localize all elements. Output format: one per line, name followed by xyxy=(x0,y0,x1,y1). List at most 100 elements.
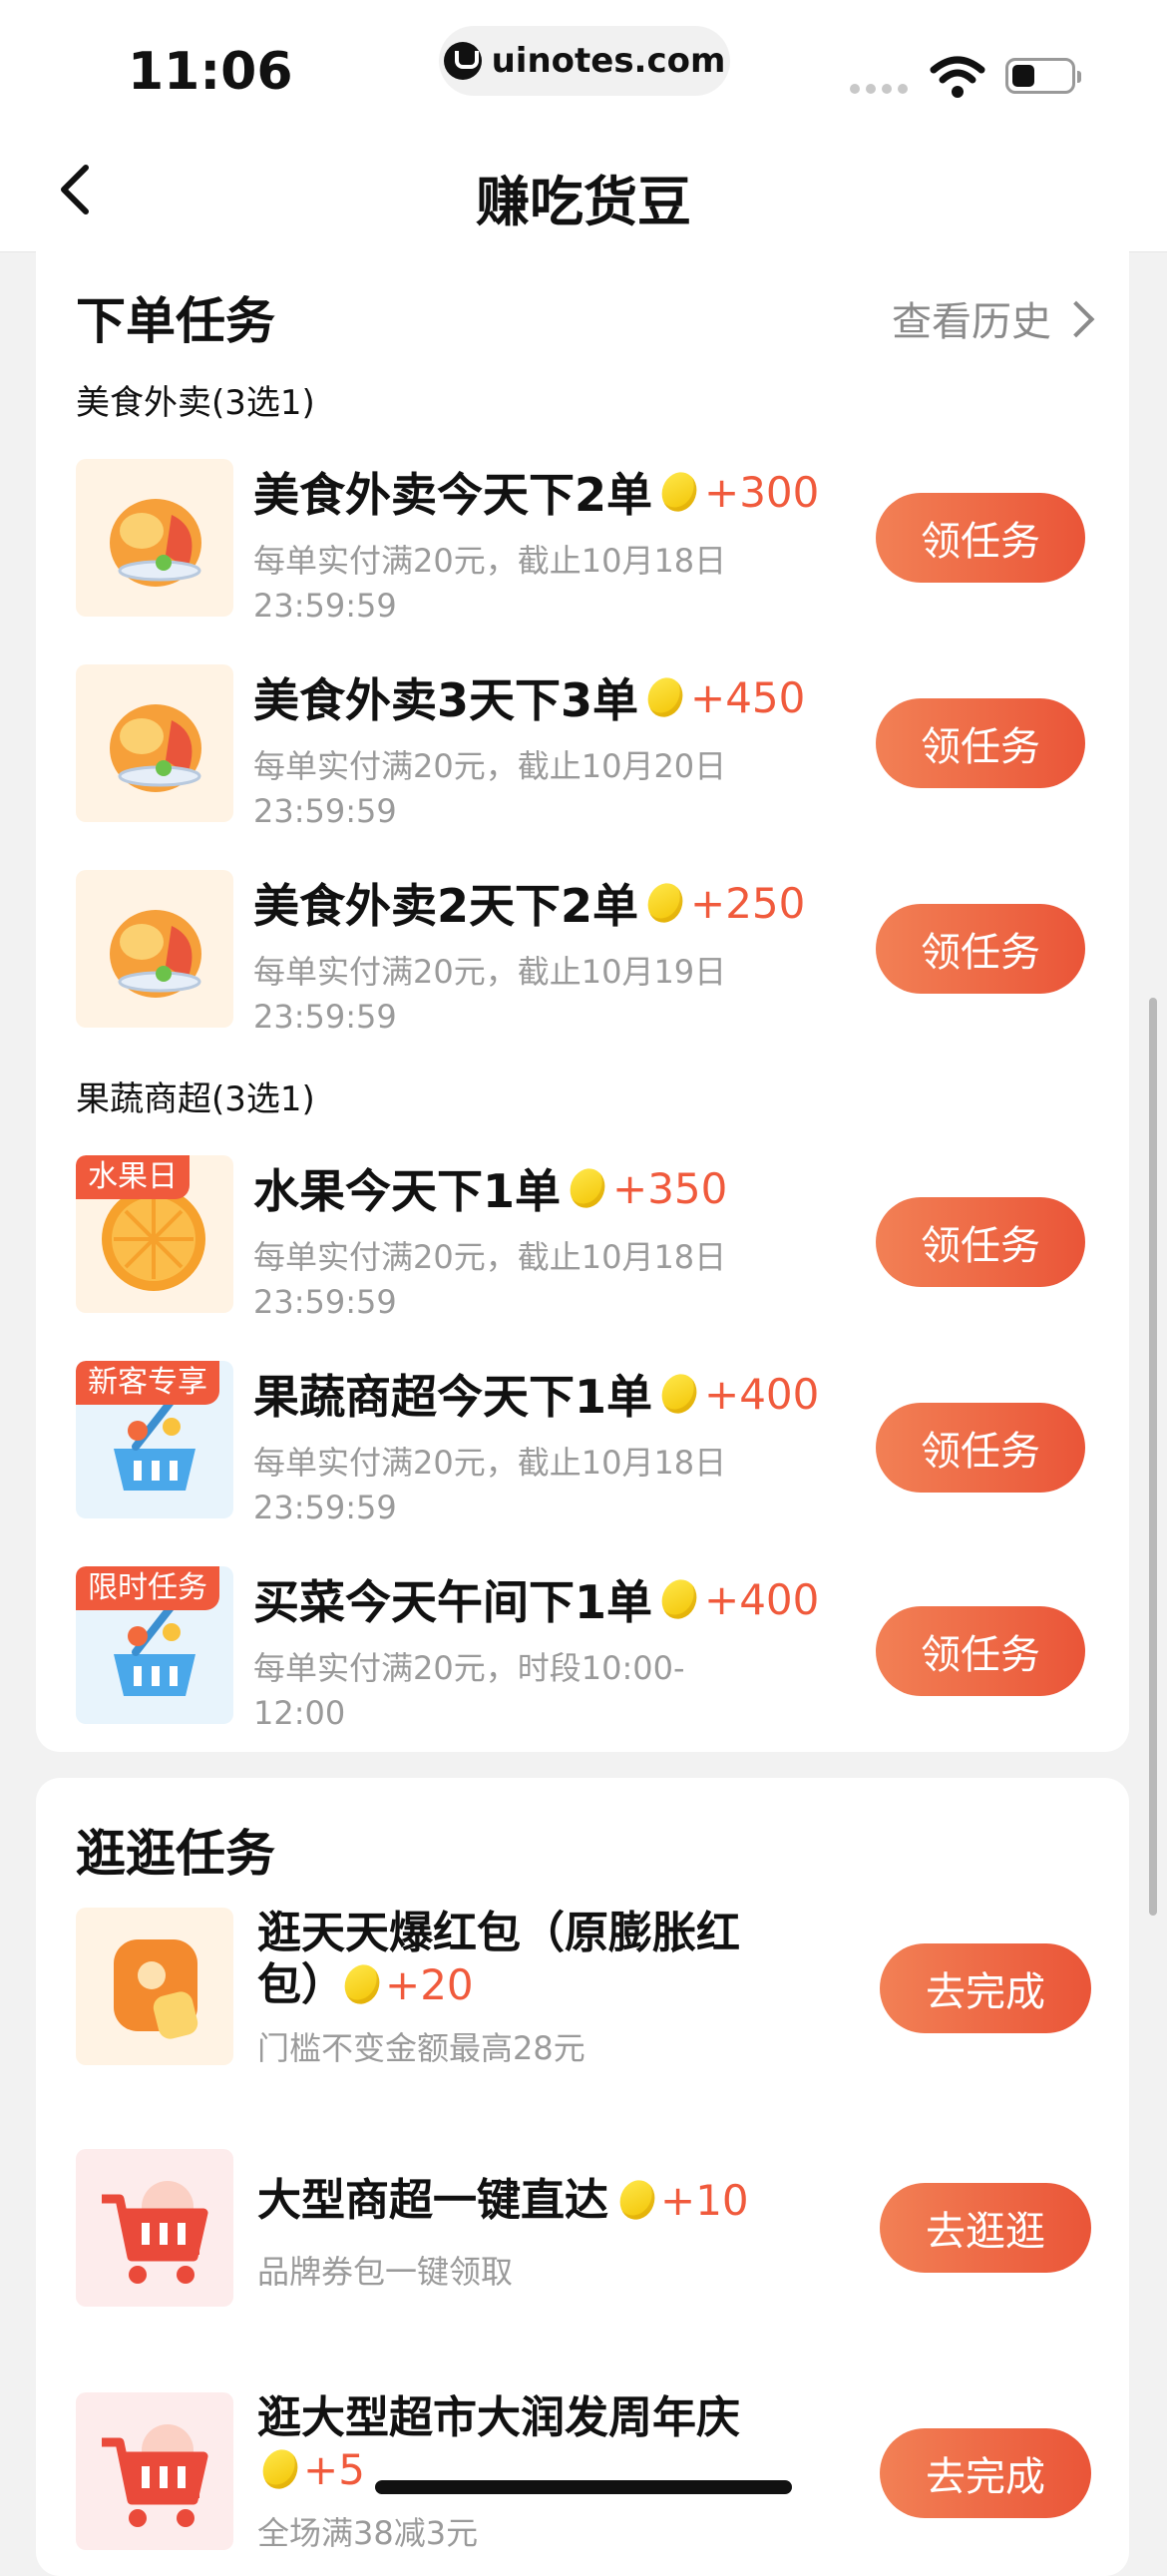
coin-icon xyxy=(656,1369,702,1419)
coin-icon xyxy=(642,878,688,928)
task-row: 新客专享 果蔬商超今天下1单 +400 每单实付满20元，截止10月18日 23… xyxy=(36,1361,1129,1530)
claim-task-button[interactable]: 领任务 xyxy=(876,698,1085,788)
task-desc: 门槛不变金额最高28元 xyxy=(257,2029,585,2067)
coin-icon xyxy=(257,2444,303,2494)
browse-task-row: 大型商超一键直达 +10 品牌券包一键领取 去逛逛 xyxy=(36,2149,1129,2329)
browse-task-row: 逛天天爆红包（原膨胀红 包） +20 门槛不变金额最高28元 去完成 xyxy=(36,1908,1129,2087)
go-complete-button[interactable]: 去完成 xyxy=(880,1943,1091,2033)
browse-section-title: 逛逛任务 xyxy=(76,1825,275,1883)
task-desc-line2: 23:59:59 xyxy=(253,1283,397,1321)
reward-amount: +5 xyxy=(303,2445,365,2494)
nav-bar: 赚吃货豆 xyxy=(0,130,1167,252)
task-title: 美食外卖今天下2单 +300 xyxy=(253,459,819,525)
site-logo-icon xyxy=(443,42,482,80)
task-desc-line1: 每单实付满20元，截止10月20日 xyxy=(253,747,727,785)
shopping-cart-icon xyxy=(76,2392,233,2550)
home-indicator[interactable] xyxy=(375,2480,792,2494)
task-title: 美食外卖3天下3单 +450 xyxy=(253,664,805,730)
task-title-text: 买菜今天午间下1单 xyxy=(253,1575,653,1629)
task-row: 美食外卖3天下3单 +450 每单实付满20元，截止10月20日 23:59:5… xyxy=(36,664,1129,834)
task-row: 水果日 水果今天下1单 +350 每单实付满20元，截止10月18日 23:59… xyxy=(36,1155,1129,1325)
red-packet-icon xyxy=(76,1908,233,2065)
task-title-line1: 逛天天爆红包（原膨胀红 xyxy=(257,1908,740,1958)
task-title: 美食外卖2天下2单 +250 xyxy=(253,870,805,936)
orange-icon: 水果日 xyxy=(76,1155,233,1313)
food-icon xyxy=(76,664,233,822)
battery-icon xyxy=(1005,58,1081,94)
basket-icon: 新客专享 xyxy=(76,1361,233,1518)
go-browse-button[interactable]: 去逛逛 xyxy=(880,2183,1091,2273)
food-icon xyxy=(76,459,233,617)
task-tag: 新客专享 xyxy=(76,1361,219,1405)
claim-task-button[interactable]: 领任务 xyxy=(876,1403,1085,1493)
url-pill[interactable]: uinotes.com xyxy=(439,26,730,96)
chevron-right-icon xyxy=(1057,300,1095,338)
task-desc: 全场满38减3元 xyxy=(257,2514,479,2552)
task-desc-line2: 23:59:59 xyxy=(253,1489,397,1526)
task-tag: 水果日 xyxy=(76,1155,190,1199)
task-title: 果蔬商超今天下1单 +400 xyxy=(253,1361,819,1427)
reward-amount: +450 xyxy=(690,672,806,722)
task-desc-line2: 23:59:59 xyxy=(253,587,397,625)
coin-icon xyxy=(339,1959,385,2009)
task-title: 逛天天爆红包（原膨胀红 包） +20 xyxy=(257,1908,740,2011)
task-desc-line1: 每单实付满20元，截止10月18日 xyxy=(253,1444,727,1482)
task-desc-line1: 每单实付满20元，时段10:00-12:00 xyxy=(253,1649,685,1732)
task-row: 美食外卖今天下2单 +300 每单实付满20元，截止10月18日 23:59:5… xyxy=(36,459,1129,629)
reward-amount: +10 xyxy=(660,2176,749,2225)
group-label-grocery: 果蔬商超(3选1) xyxy=(76,1079,315,1119)
task-desc-line1: 每单实付满20元，截止10月18日 xyxy=(253,1238,727,1276)
task-title-line1: 逛大型超市大润发周年庆 xyxy=(257,2392,740,2443)
reward-amount: +20 xyxy=(385,1960,474,2009)
task-desc-line1: 每单实付满20元，截止10月19日 xyxy=(253,953,727,991)
task-title: 大型商超一键直达 +10 xyxy=(257,2175,749,2227)
go-complete-button[interactable]: 去完成 xyxy=(880,2428,1091,2518)
task-desc: 每单实付满20元，截止10月18日 23:59:59 xyxy=(253,1441,772,1530)
view-history-label: 查看历史 xyxy=(892,299,1051,345)
reward-amount: +250 xyxy=(690,878,806,928)
basket-icon: 限时任务 xyxy=(76,1566,233,1724)
url-text: uinotes.com xyxy=(491,41,726,81)
view-history-link[interactable]: 查看历史 xyxy=(892,289,1095,347)
task-title-text: 果蔬商超今天下1单 xyxy=(253,1370,653,1424)
claim-task-button[interactable]: 领任务 xyxy=(876,1197,1085,1287)
status-bar: 11:06 uinotes.com xyxy=(0,0,1167,130)
page-title: 赚吃货豆 xyxy=(476,171,691,233)
task-desc: 每单实付满20元，截止10月19日 23:59:59 xyxy=(253,950,772,1040)
reward-amount: +400 xyxy=(704,1369,820,1419)
task-tag: 限时任务 xyxy=(76,1566,219,1610)
task-title-text: 美食外卖今天下2单 xyxy=(253,468,653,522)
task-desc: 每单实付满20元，截止10月18日 23:59:59 xyxy=(253,539,772,629)
task-title-line2-text: 包） xyxy=(257,1959,345,2010)
task-title-text: 大型商超一键直达 xyxy=(257,2175,608,2226)
claim-task-button[interactable]: 领任务 xyxy=(876,904,1085,994)
claim-task-button[interactable]: 领任务 xyxy=(876,1606,1085,1696)
browse-tasks-card: 逛逛任务 逛天天爆红包（原膨胀红 包） +20 门槛不变金额最高28元 去完成 大… xyxy=(36,1778,1129,2576)
coin-icon xyxy=(656,1574,702,1624)
scroll-indicator[interactable] xyxy=(1149,998,1157,1916)
task-desc-line2: 23:59:59 xyxy=(253,998,397,1036)
claim-task-button[interactable]: 领任务 xyxy=(876,493,1085,583)
task-desc: 每单实付满20元，时段10:00-12:00 xyxy=(253,1646,772,1736)
status-time: 11:06 xyxy=(128,42,293,102)
cellular-signal-icon xyxy=(850,84,908,94)
reward-amount: +400 xyxy=(704,1574,820,1624)
coin-icon xyxy=(565,1163,610,1213)
food-icon xyxy=(76,870,233,1028)
task-title-line2: 包） +20 xyxy=(257,1959,740,2011)
task-row: 限时任务 买菜今天午间下1单 +400 每单实付满20元，时段10:00-12:… xyxy=(36,1566,1129,1736)
task-title: 买菜今天午间下1单 +400 xyxy=(253,1566,819,1632)
task-desc: 每单实付满20元，截止10月18日 23:59:59 xyxy=(253,1235,772,1325)
task-row: 美食外卖2天下2单 +250 每单实付满20元，截止10月19日 23:59:5… xyxy=(36,870,1129,1040)
order-tasks-card: 下单任务 查看历史 美食外卖(3选1) 美食外卖今天下2单 +300 每单实付满… xyxy=(36,251,1129,1752)
task-title-text: 美食外卖3天下3单 xyxy=(253,673,639,727)
group-label-food: 美食外卖(3选1) xyxy=(76,383,315,423)
task-desc: 品牌券包一键领取 xyxy=(257,2253,514,2291)
coin-icon xyxy=(656,467,702,517)
coin-icon xyxy=(642,672,688,722)
wifi-icon xyxy=(930,56,985,98)
shopping-cart-icon xyxy=(76,2149,233,2307)
task-desc-line2: 23:59:59 xyxy=(253,792,397,830)
reward-amount: +350 xyxy=(612,1163,728,1213)
task-desc-line1: 每单实付满20元，截止10月18日 xyxy=(253,542,727,580)
